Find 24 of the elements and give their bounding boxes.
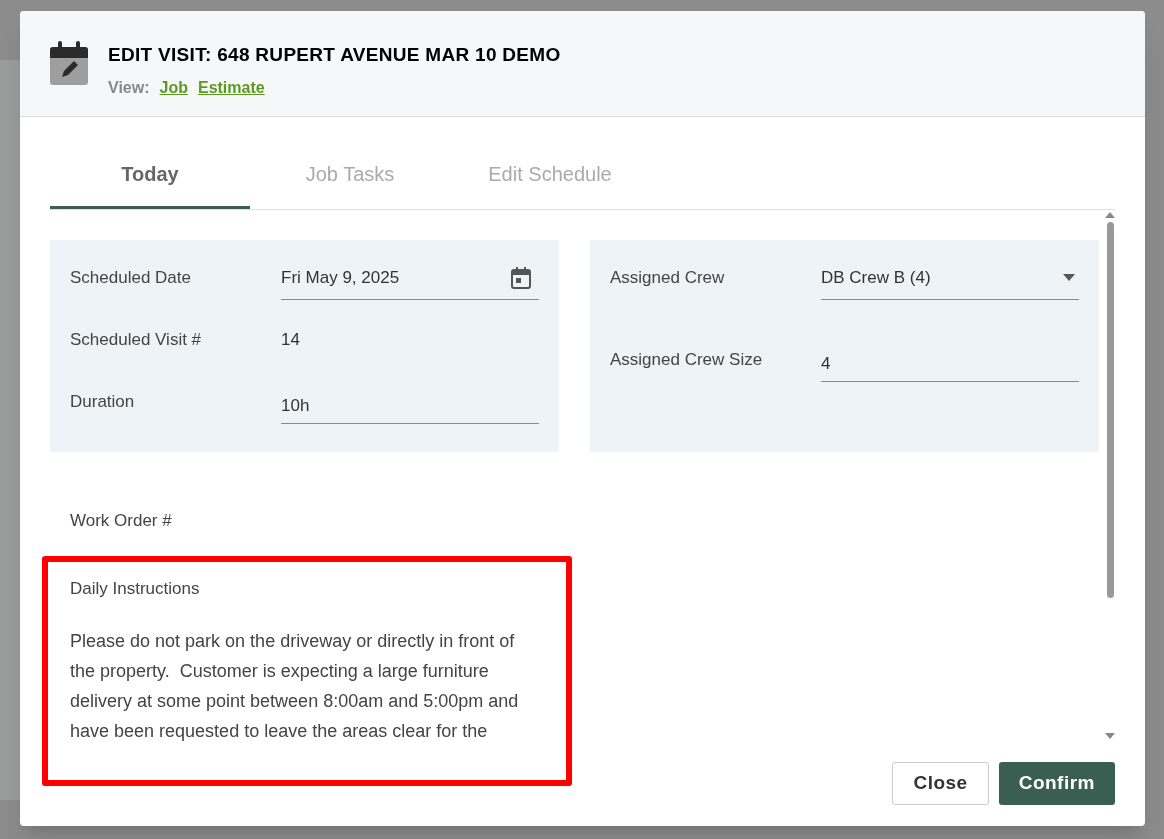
input-field[interactable]: 4 [821,338,1079,382]
field-value: 14 [281,329,300,352]
calendar-edit-icon [50,41,88,85]
dialog-title: EDIT VISIT: 648 RUPERT AVENUE MAR 10 DEMO [108,43,561,67]
scroll-down-icon[interactable] [1105,733,1115,739]
date-field[interactable]: Fri May 9, 2025 [281,256,539,300]
calendar-icon [511,266,531,289]
instructions-text: Please do not park on the driveway or directly in front of the property. Customer is expecting a large furniture delivery at some point between 8:00am and 5:00pm and have been requested to leave the areas clear for the [70,630,520,743]
input-field[interactable]: 10h [281,380,539,424]
field-label: Scheduled Visit # [70,329,203,352]
field-label: Work Order # [70,510,173,532]
close-button[interactable]: Close [892,762,989,805]
field-label: Scheduled Date [70,267,192,290]
tab[interactable]: Today [50,142,250,209]
view-label: View: [108,77,150,98]
field-label: Daily Instructions [70,577,201,600]
field-label: Assigned Crew [610,267,726,290]
scroll-up-icon[interactable] [1105,212,1115,218]
field-label: Duration [70,391,136,414]
caret-icon [1063,274,1075,281]
field-label: Assigned Crew Size [610,349,764,372]
crew-select[interactable]: DB Crew B (4) [821,256,1079,300]
confirm-button[interactable]: Confirm [998,762,1115,805]
scrollbar-thumb[interactable] [1106,222,1114,598]
